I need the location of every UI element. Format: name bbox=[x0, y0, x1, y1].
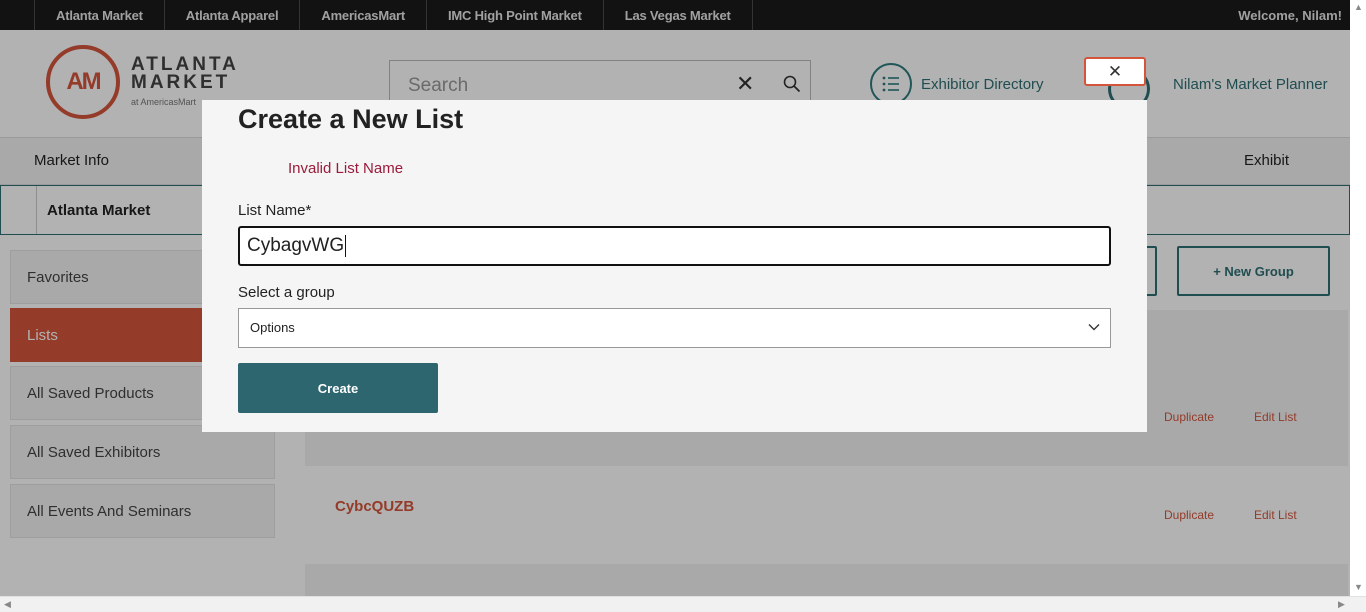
create-button[interactable]: Create bbox=[238, 363, 438, 413]
vertical-scrollbar[interactable]: ▲ ▼ bbox=[1350, 0, 1366, 596]
text-caret bbox=[345, 234, 347, 257]
close-modal-button[interactable]: ✕ bbox=[1084, 57, 1146, 86]
scroll-up-icon[interactable]: ▲ bbox=[1354, 2, 1363, 12]
list-name-field[interactable]: CybagvWG bbox=[238, 226, 1111, 266]
modal-title: Create a New List bbox=[238, 104, 464, 134]
list-name-label: List Name* bbox=[238, 202, 312, 219]
scroll-down-icon[interactable]: ▼ bbox=[1354, 582, 1363, 592]
horizontal-scrollbar[interactable]: ◀ ▶ bbox=[0, 596, 1366, 612]
group-select[interactable]: Options bbox=[238, 308, 1111, 348]
group-select-label: Select a group bbox=[238, 284, 335, 301]
group-select-value: Options bbox=[250, 320, 295, 335]
scroll-right-icon[interactable]: ▶ bbox=[1338, 599, 1345, 610]
chevron-down-icon bbox=[1088, 324, 1100, 331]
create-list-modal: Create a New List Invalid List Name List… bbox=[202, 100, 1147, 432]
list-name-value: CybagvWG bbox=[247, 235, 345, 256]
error-message: Invalid List Name bbox=[288, 160, 404, 177]
scroll-left-icon[interactable]: ◀ bbox=[4, 599, 11, 610]
